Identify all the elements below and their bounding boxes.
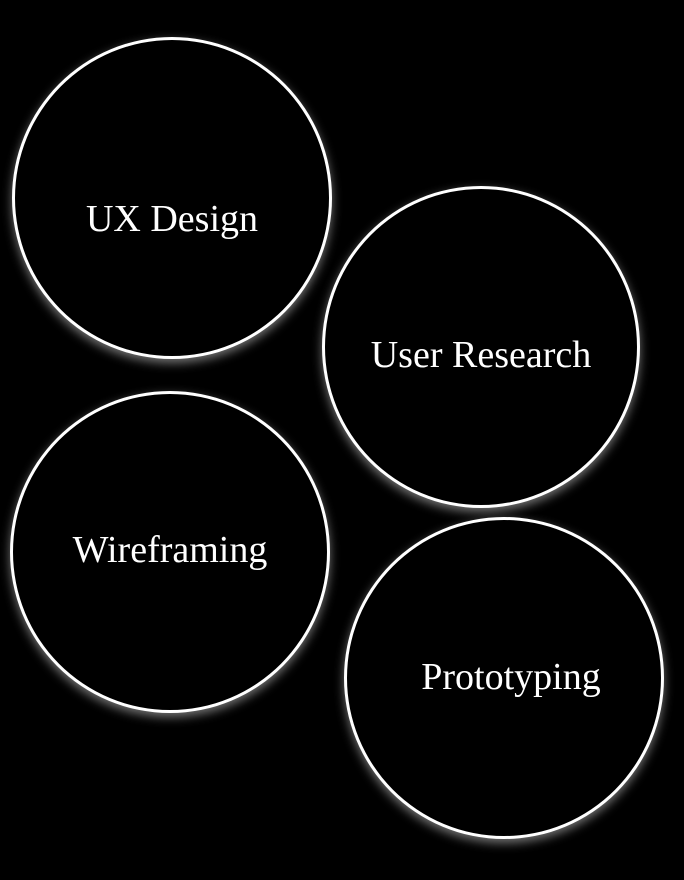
- bubble-label-ux-design: UX Design: [85, 198, 259, 240]
- bubble-user-research: User Research: [322, 186, 640, 508]
- bubble-label-prototyping: Prototyping: [421, 656, 601, 698]
- bubble-prototyping: Prototyping: [344, 517, 664, 839]
- diagram-canvas: UX Design User Research Wireframing Prot…: [0, 0, 684, 880]
- bubble-label-wireframing: Wireframing: [72, 529, 268, 571]
- bubble-wireframing: Wireframing: [10, 391, 330, 713]
- bubble-ux-design: UX Design: [12, 37, 332, 359]
- bubble-label-user-research: User Research: [370, 334, 592, 376]
